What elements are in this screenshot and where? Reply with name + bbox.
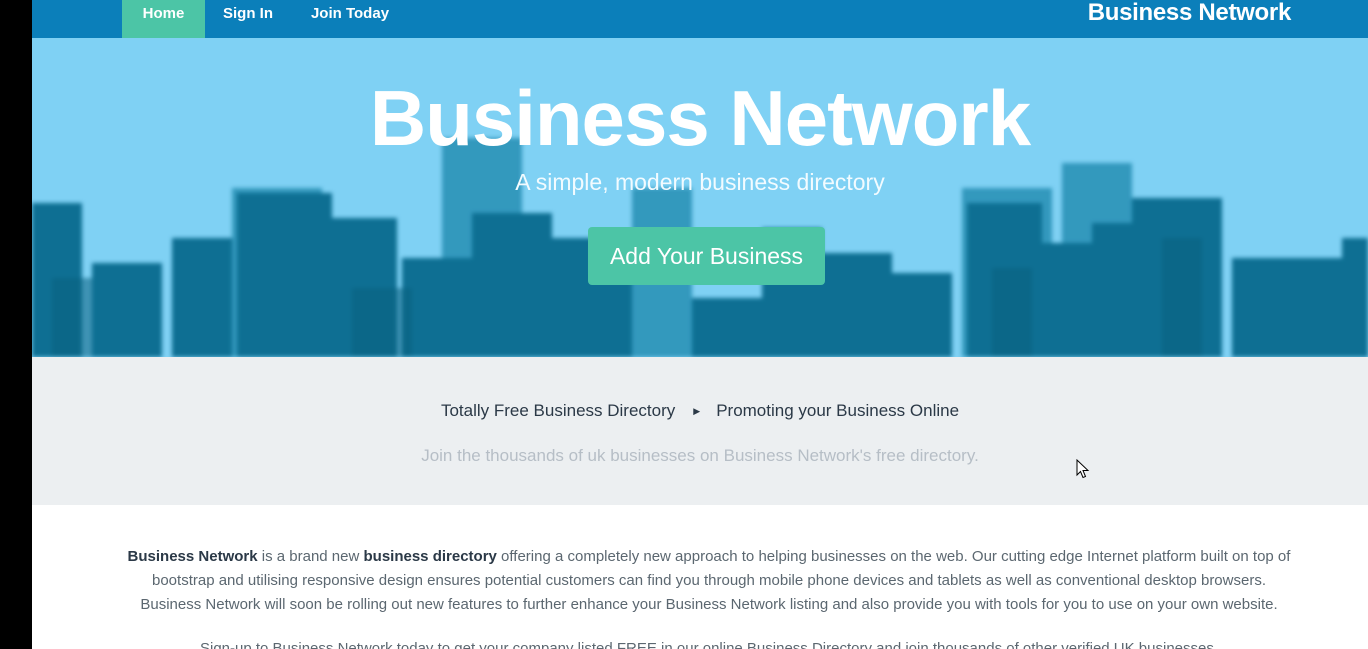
intro-text-a: is a brand new [257,548,364,565]
nav-join-today[interactable]: Join Today [300,0,400,38]
intro-paragraph: Business Network is a brand new business… [124,545,1294,617]
signup-paragraph: Sign-up to Business Network today to get… [199,640,1219,649]
nav-sign-in[interactable]: Sign In [212,0,284,38]
tagline: Totally Free Business Directory ▶ Promotin… [32,399,1368,423]
add-your-business-button[interactable]: Add Your Business [588,227,825,285]
business-directory-mention: business directory [363,548,497,565]
brand-mention: Business Network [127,548,258,565]
tagline-free-directory: Totally Free Business Directory [440,401,676,420]
hero-title: Business Network [369,74,1031,162]
main-content: Business Network is a brand new business… [32,505,1368,649]
mouse-cursor-icon [1076,459,1090,479]
page: Home Sign In Join Today Business Network [32,0,1368,649]
nav-home[interactable]: Home [122,0,205,38]
caret-right-icon: ▶ [693,406,701,416]
navbar: Home Sign In Join Today Business Network [32,0,1368,38]
info-band: Totally Free Business Directory ▶ Promotin… [32,357,1368,505]
hero-banner: Business Network A simple, modern busine… [32,38,1368,357]
navbar-brand[interactable]: Business Network [1088,0,1292,30]
band-subtext: Join the thousands of uk businesses on B… [421,446,979,465]
tagline-promoting: Promoting your Business Online [716,401,960,420]
hero-subtitle: A simple, modern business directory [515,169,885,195]
